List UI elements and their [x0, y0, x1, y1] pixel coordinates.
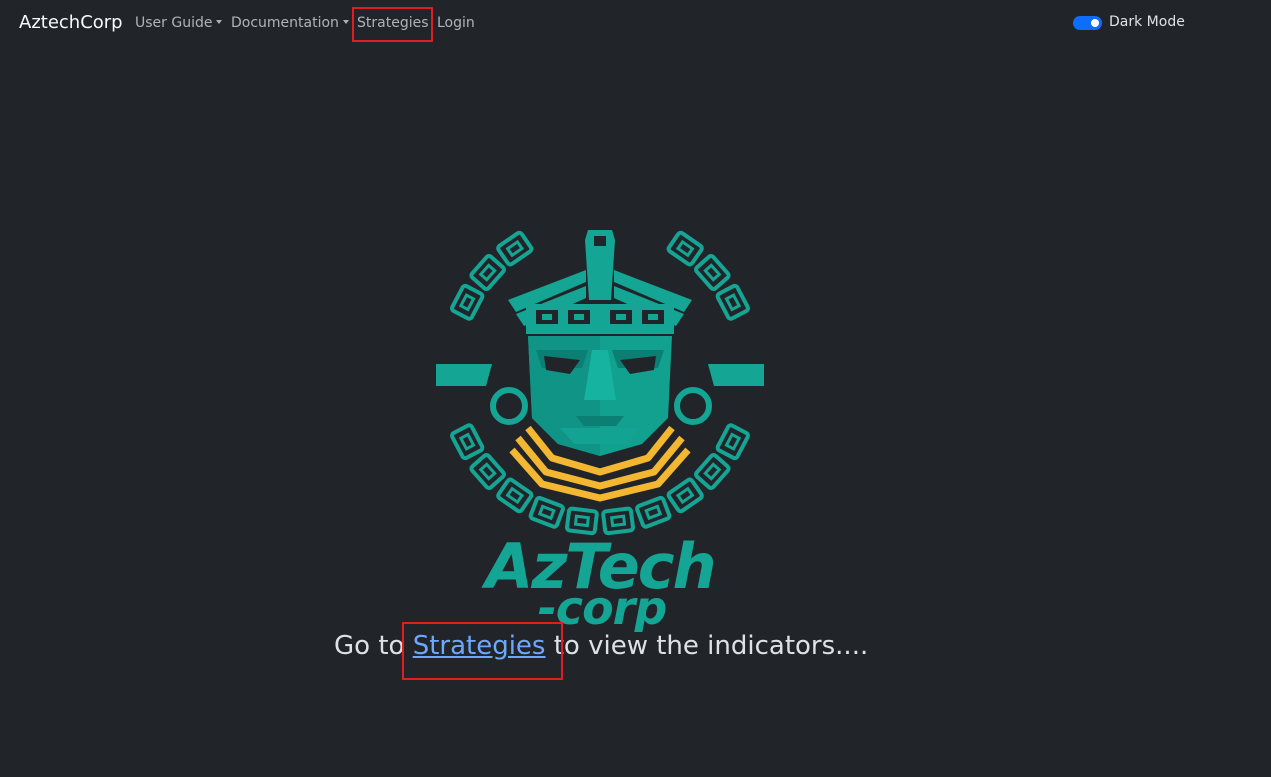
left-ear-tab-icon [436, 364, 492, 386]
right-ear-tab-icon [708, 364, 764, 386]
dark-mode-label: Dark Mode [1109, 14, 1185, 30]
left-earring-icon [490, 387, 528, 425]
mask-face-icon [528, 336, 672, 456]
caret-down-icon [216, 20, 223, 24]
navbar: AztechCorp User Guide Documentation Stra… [0, 0, 1271, 48]
brand-link[interactable]: AztechCorp [19, 12, 123, 33]
headdress-icon [508, 230, 692, 334]
toggle-knob [1091, 19, 1099, 27]
nav-documentation-dropdown[interactable]: Documentation [231, 15, 349, 31]
nav-user-guide-label: User Guide [135, 15, 213, 31]
aztech-logo: AzTech -corp [436, 230, 764, 632]
caret-down-icon [342, 20, 349, 24]
nav-documentation-label: Documentation [231, 15, 339, 31]
right-earring-icon [674, 387, 712, 425]
dark-mode-toggle[interactable] [1073, 16, 1102, 30]
nav-user-guide-dropdown[interactable]: User Guide [135, 15, 223, 31]
nav-login-link[interactable]: Login [437, 15, 475, 31]
tagline-suffix: to view the indicators.... [545, 631, 869, 661]
strategies-nav-highlight [352, 7, 433, 42]
strategies-link-highlight [402, 622, 563, 680]
tagline-prefix: Go to [334, 631, 413, 661]
